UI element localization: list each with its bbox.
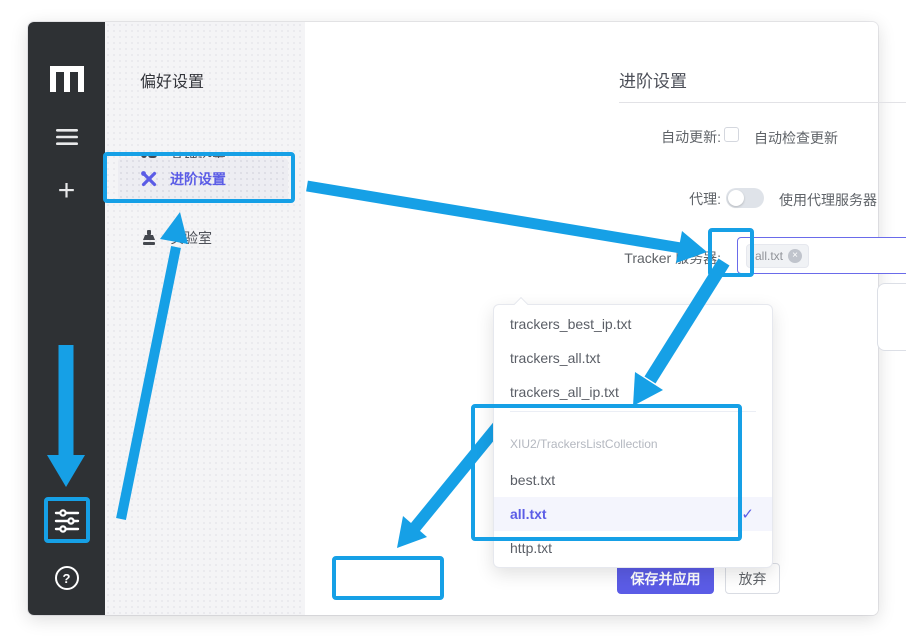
proxy-toggle[interactable] xyxy=(726,188,764,208)
title-divider xyxy=(619,102,906,103)
motrix-logo xyxy=(28,66,105,92)
dropdown-option[interactable]: trackers_all.txt xyxy=(494,341,772,375)
tracker-textarea[interactable] xyxy=(877,283,906,351)
highlight-box-chevron xyxy=(708,228,754,277)
highlight-box-settings-icon xyxy=(44,497,90,543)
help-button[interactable]: ? xyxy=(28,564,105,592)
option-label: http.txt xyxy=(510,540,552,556)
proxy-option-label: 使用代理服务器 xyxy=(779,190,877,210)
nav-item-label: 实验室 xyxy=(170,228,212,248)
preferences-panel: 偏好设置 基础设置 xyxy=(105,22,305,615)
highlight-box-advanced-nav xyxy=(103,152,295,203)
tracker-tag[interactable]: all.txt × xyxy=(746,244,809,268)
auto-update-checkbox[interactable] xyxy=(724,127,739,142)
tracker-tag-label: all.txt xyxy=(755,249,783,263)
add-task-button[interactable]: + xyxy=(28,174,105,208)
question-icon: ? xyxy=(55,566,79,590)
proxy-label: 代理: xyxy=(577,189,721,209)
task-list-button[interactable] xyxy=(28,126,105,148)
lab-stamp-icon xyxy=(140,229,158,247)
tag-close-icon[interactable]: × xyxy=(788,249,802,263)
tracker-select[interactable]: all.txt × xyxy=(737,237,906,274)
toggle-knob xyxy=(728,190,744,206)
option-label: trackers_best_ip.txt xyxy=(510,316,631,332)
app-window: + ? xyxy=(28,22,878,615)
highlight-box-save-button xyxy=(332,556,444,600)
dropdown-option[interactable]: trackers_best_ip.txt xyxy=(494,307,772,341)
nav-item-lab[interactable]: 实验室 xyxy=(118,217,288,259)
panel-title: 偏好设置 xyxy=(140,68,204,92)
page-title: 进阶设置 xyxy=(619,67,687,92)
m-logo-icon xyxy=(50,66,84,92)
option-label: trackers_all.txt xyxy=(510,350,600,366)
auto-update-option-label: 自动检查更新 xyxy=(754,128,838,148)
highlight-box-dropdown-group xyxy=(471,404,742,541)
check-icon: ✓ xyxy=(741,505,754,523)
plus-icon: + xyxy=(58,174,76,208)
task-list-icon xyxy=(55,128,79,146)
auto-update-label: 自动更新: xyxy=(577,127,721,147)
tracker-label: Tracker 服务器: xyxy=(577,248,721,268)
screenshot-stage: + ? xyxy=(0,0,906,643)
option-label: trackers_all_ip.txt xyxy=(510,384,619,400)
